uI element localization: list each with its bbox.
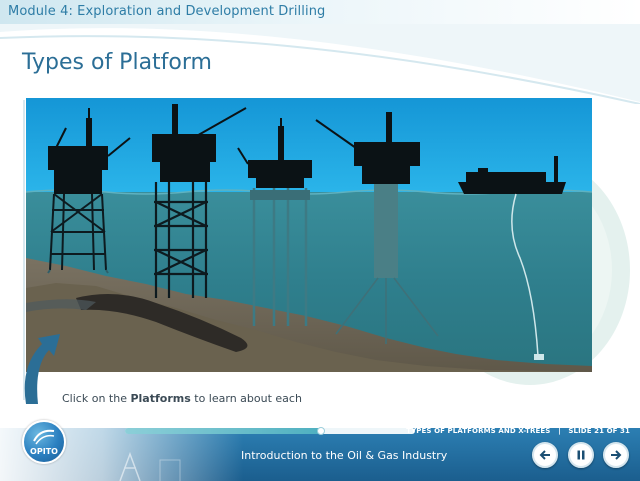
- logo-text: OPITO: [30, 447, 58, 456]
- logo-swirl-icon: [33, 429, 55, 445]
- pause-button[interactable]: [568, 442, 594, 468]
- instruction-text: Click on the Platforms to learn about ea…: [62, 392, 302, 405]
- course-title: Introduction to the Oil & Gas Industry: [241, 449, 448, 462]
- slide-counter: SLIDE 21 OF 31: [568, 427, 630, 435]
- separator: |: [558, 427, 561, 435]
- opito-logo: OPITO: [22, 420, 66, 464]
- progress-bar: [125, 427, 415, 435]
- slide-info: TYPES OF PLATFORMS AND X-TREES | SLIDE 2…: [406, 427, 630, 435]
- curved-arrow-icon: [24, 334, 60, 404]
- progress-fill: [125, 428, 321, 434]
- back-button[interactable]: [532, 442, 558, 468]
- page-title: Types of Platform: [22, 50, 212, 75]
- next-button[interactable]: [603, 442, 629, 468]
- section-label: TYPES OF PLATFORMS AND X-TREES: [406, 427, 551, 435]
- instruction-suffix: to learn about each: [190, 392, 302, 405]
- module-bar: Module 4: Exploration and Development Dr…: [0, 0, 640, 24]
- progress-handle: [317, 427, 325, 435]
- arrow-right-icon: [611, 450, 622, 460]
- arrow-left-icon: [539, 450, 550, 460]
- pause-icon: [577, 450, 585, 460]
- platform-scene[interactable]: [26, 98, 592, 372]
- instruction-emphasis: Platforms: [130, 392, 191, 405]
- module-title: Module 4: Exploration and Development Dr…: [8, 4, 326, 19]
- instruction-prefix: Click on the: [62, 392, 131, 405]
